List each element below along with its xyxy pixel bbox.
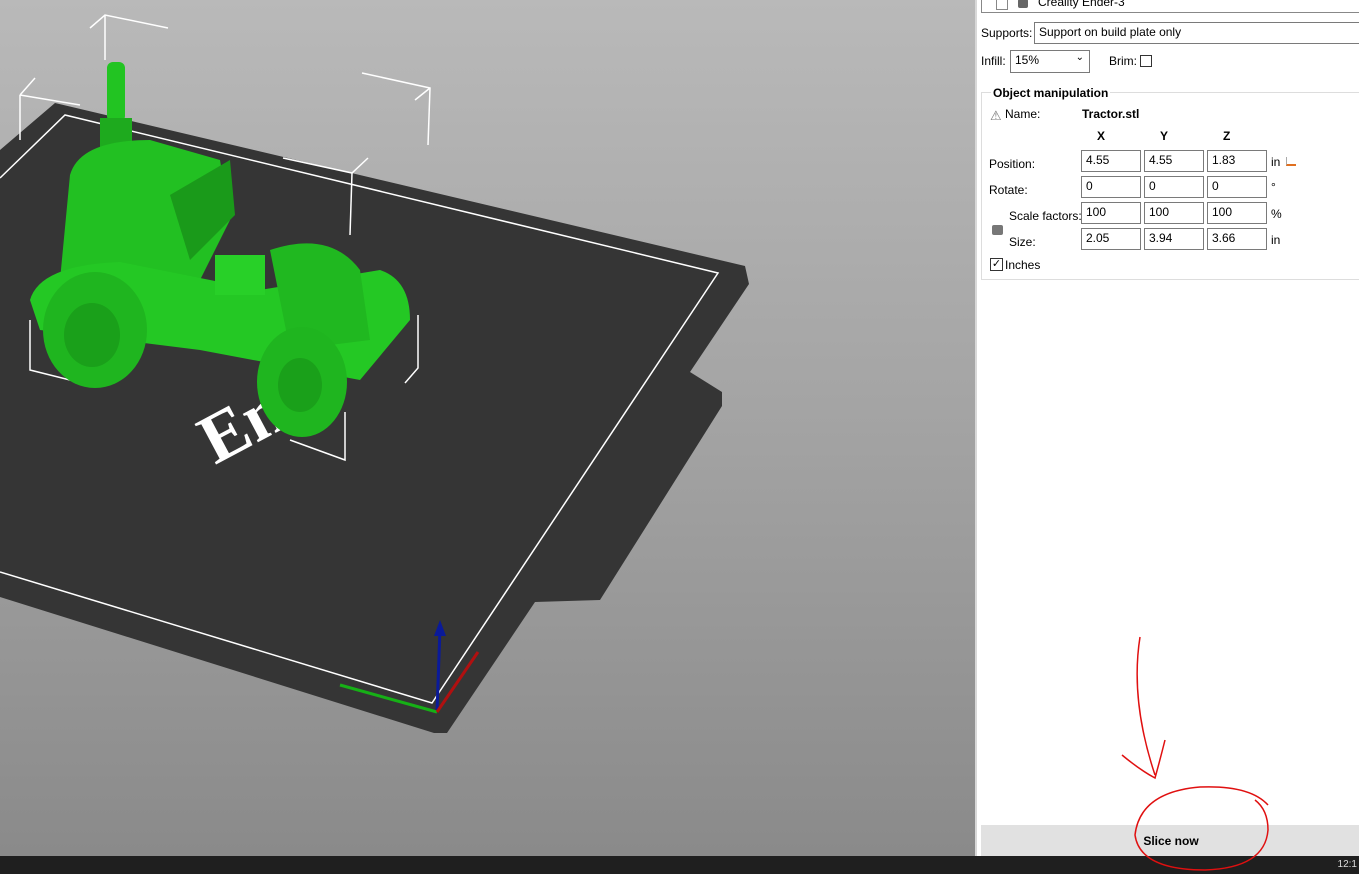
inches-checkbox[interactable]: ✓ xyxy=(990,258,1003,271)
brim-label: Brim: xyxy=(1109,54,1137,68)
position-unit: in xyxy=(1271,155,1281,169)
slice-now-button[interactable]: Slice now xyxy=(981,825,1359,856)
infill-select[interactable]: 15% ⌄ xyxy=(1010,50,1090,73)
scale-lock-icon[interactable] xyxy=(992,225,1003,235)
axis-y-header: Y xyxy=(1160,129,1169,143)
position-x-input[interactable]: 4.55 xyxy=(1081,150,1141,172)
taskbar: 12:1 xyxy=(0,856,1359,874)
axis-x-header: X xyxy=(1097,129,1106,143)
supports-label: Supports: xyxy=(981,26,1033,40)
printer-icon xyxy=(996,0,1008,10)
rotate-x-input[interactable]: 0 xyxy=(1081,176,1141,198)
inches-label: Inches xyxy=(1005,258,1041,272)
scale-unit: % xyxy=(1271,207,1282,221)
size-label: Size: xyxy=(1009,235,1036,249)
3d-viewport[interactable]: En xyxy=(0,0,975,856)
lock-icon xyxy=(1018,0,1028,8)
scale-z-input[interactable]: 100 xyxy=(1207,202,1267,224)
infill-value: 15% xyxy=(1015,53,1040,67)
rotate-y-input[interactable]: 0 xyxy=(1144,176,1204,198)
position-z-input[interactable]: 1.83 xyxy=(1207,150,1267,172)
object-name: Tractor.stl xyxy=(1082,107,1140,121)
chevron-down-icon: ⌄ xyxy=(1075,52,1084,63)
scale-y-input[interactable]: 100 xyxy=(1144,202,1204,224)
infill-label: Infill: xyxy=(981,54,1006,68)
supports-select[interactable]: Support on build plate only xyxy=(1034,22,1359,44)
position-y-input[interactable]: 4.55 xyxy=(1144,150,1204,172)
print-settings-panel: Creality Ender-3 Supports: Support on bu… xyxy=(975,0,1359,856)
size-z-input[interactable]: 3.66 xyxy=(1207,228,1267,250)
size-x-input[interactable]: 2.05 xyxy=(1081,228,1141,250)
printer-selector[interactable]: Creality Ender-3 xyxy=(981,0,1359,13)
position-label: Position: xyxy=(989,157,1036,171)
axis-z-header: Z xyxy=(1223,129,1231,143)
size-y-input[interactable]: 3.94 xyxy=(1144,228,1204,250)
name-label: Name: xyxy=(1005,107,1041,121)
scale-x-input[interactable]: 100 xyxy=(1081,202,1141,224)
scale-label: Scale factors: xyxy=(1009,209,1082,223)
rotate-label: Rotate: xyxy=(989,183,1028,197)
brim-checkbox[interactable] xyxy=(1140,55,1152,67)
drop-to-bed-icon[interactable] xyxy=(1286,157,1296,166)
taskbar-clock: 12:1 xyxy=(1337,859,1357,870)
rotate-z-input[interactable]: 0 xyxy=(1207,176,1267,198)
rotate-unit: ° xyxy=(1271,180,1276,194)
warning-icon: ⚠ xyxy=(990,108,1002,123)
group-title: Object manipulation xyxy=(991,86,1111,100)
printer-name: Creality Ender-3 xyxy=(1038,0,1125,9)
size-unit: in xyxy=(1271,233,1281,247)
